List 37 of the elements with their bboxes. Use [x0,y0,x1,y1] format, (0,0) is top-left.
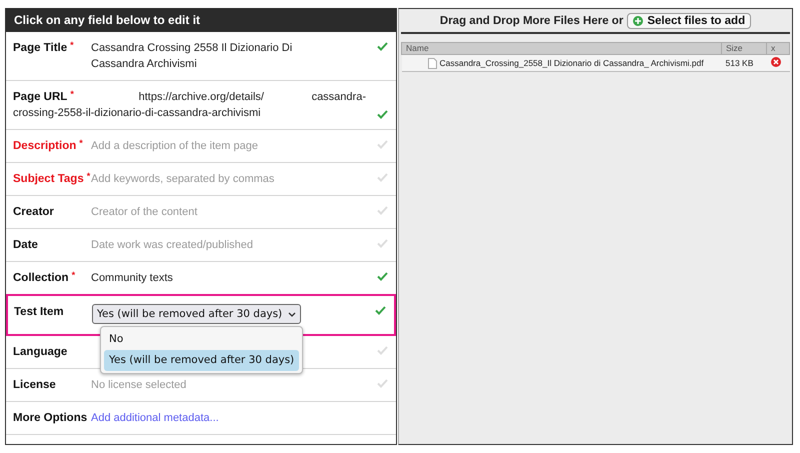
field-value[interactable]: https://archive.org/details/ [138,89,264,105]
field-label: Collection [13,272,69,284]
form-header: Click on any field below to edit it [6,8,396,32]
field-label: Test Item [14,306,64,318]
add-metadata-link[interactable]: Add additional metadata... [91,412,219,424]
field-value[interactable]: crossing-2558-il-dizionario-di-cassandra-archivismi [13,107,261,119]
dropdown-option[interactable]: Yes (will be removed after 30 days) [104,350,300,371]
file-size: 513 KB [722,54,766,72]
column-header: x [766,42,790,54]
field-label: Description [13,140,76,152]
required-mark: * [70,40,74,50]
column-header: Size [722,42,766,54]
field-label: More Options [13,412,88,424]
dropdown-option[interactable]: No [104,329,300,350]
field-value[interactable]: Cassandra Crossing 2558 Il Dizionario Di Cassandra Archivismi [91,40,313,72]
field-value[interactable]: Community texts [91,270,313,286]
field-label: Page URL [13,91,68,103]
remove-icon[interactable] [770,57,780,67]
required-mark: * [79,138,83,148]
field-label: Language [13,346,68,358]
field-label: Page Title [13,42,68,54]
drop-prompt: Drag and Drop More Files Here or [440,15,624,27]
plus-icon [633,16,644,26]
required-mark: * [86,171,90,181]
field-label: License [13,379,56,391]
test-item-select[interactable]: Yes (will be removed after 30 days) [92,304,302,324]
field-value[interactable]: cassandra- [312,89,366,105]
file-icon [428,58,436,68]
field-label: Subject Tags [13,173,84,185]
field-label: Creator [13,206,54,218]
field-label: Date [13,239,38,251]
required-mark: * [72,270,76,280]
column-header: Name [402,42,722,54]
select-files-button[interactable]: Select files to add [627,13,752,29]
file-name: Cassandra_Crossing_2558_Il Dizionario di Cassandra_ Archivismi.pdf [440,58,704,68]
required-mark: * [70,89,74,99]
chevron-icon [288,312,296,316]
